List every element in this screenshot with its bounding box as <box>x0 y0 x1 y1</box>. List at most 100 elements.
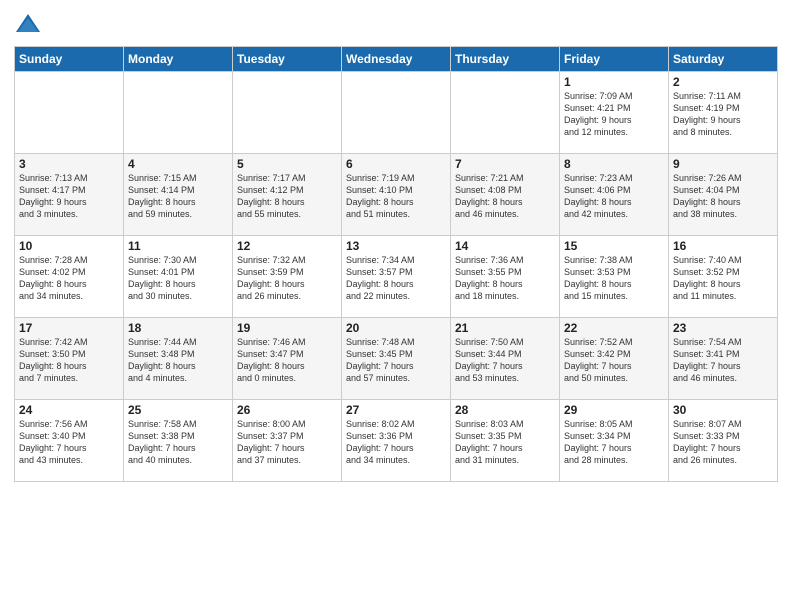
calendar-week-row: 10Sunrise: 7:28 AM Sunset: 4:02 PM Dayli… <box>15 236 778 318</box>
day-info: Sunrise: 7:38 AM Sunset: 3:53 PM Dayligh… <box>564 254 664 303</box>
day-info: Sunrise: 7:48 AM Sunset: 3:45 PM Dayligh… <box>346 336 446 385</box>
calendar-cell: 17Sunrise: 7:42 AM Sunset: 3:50 PM Dayli… <box>15 318 124 400</box>
calendar-cell: 27Sunrise: 8:02 AM Sunset: 3:36 PM Dayli… <box>342 400 451 482</box>
day-number: 30 <box>673 403 773 417</box>
day-number: 4 <box>128 157 228 171</box>
day-number: 11 <box>128 239 228 253</box>
day-number: 25 <box>128 403 228 417</box>
day-info: Sunrise: 7:42 AM Sunset: 3:50 PM Dayligh… <box>19 336 119 385</box>
day-number: 15 <box>564 239 664 253</box>
day-info: Sunrise: 7:52 AM Sunset: 3:42 PM Dayligh… <box>564 336 664 385</box>
calendar-cell: 18Sunrise: 7:44 AM Sunset: 3:48 PM Dayli… <box>124 318 233 400</box>
calendar-cell: 20Sunrise: 7:48 AM Sunset: 3:45 PM Dayli… <box>342 318 451 400</box>
calendar-day-header: Friday <box>560 47 669 72</box>
day-number: 27 <box>346 403 446 417</box>
calendar-table: SundayMondayTuesdayWednesdayThursdayFrid… <box>14 46 778 482</box>
calendar-cell: 7Sunrise: 7:21 AM Sunset: 4:08 PM Daylig… <box>451 154 560 236</box>
day-number: 5 <box>237 157 337 171</box>
day-number: 17 <box>19 321 119 335</box>
calendar-cell: 8Sunrise: 7:23 AM Sunset: 4:06 PM Daylig… <box>560 154 669 236</box>
calendar-cell: 9Sunrise: 7:26 AM Sunset: 4:04 PM Daylig… <box>669 154 778 236</box>
calendar-week-row: 1Sunrise: 7:09 AM Sunset: 4:21 PM Daylig… <box>15 72 778 154</box>
header <box>14 10 778 38</box>
day-info: Sunrise: 7:40 AM Sunset: 3:52 PM Dayligh… <box>673 254 773 303</box>
day-number: 12 <box>237 239 337 253</box>
calendar-cell: 3Sunrise: 7:13 AM Sunset: 4:17 PM Daylig… <box>15 154 124 236</box>
calendar-cell <box>451 72 560 154</box>
day-number: 1 <box>564 75 664 89</box>
day-number: 29 <box>564 403 664 417</box>
day-info: Sunrise: 7:28 AM Sunset: 4:02 PM Dayligh… <box>19 254 119 303</box>
day-info: Sunrise: 7:21 AM Sunset: 4:08 PM Dayligh… <box>455 172 555 221</box>
calendar-day-header: Thursday <box>451 47 560 72</box>
calendar-cell: 29Sunrise: 8:05 AM Sunset: 3:34 PM Dayli… <box>560 400 669 482</box>
day-number: 19 <box>237 321 337 335</box>
day-number: 26 <box>237 403 337 417</box>
day-number: 8 <box>564 157 664 171</box>
day-number: 2 <box>673 75 773 89</box>
calendar-week-row: 17Sunrise: 7:42 AM Sunset: 3:50 PM Dayli… <box>15 318 778 400</box>
calendar-cell: 1Sunrise: 7:09 AM Sunset: 4:21 PM Daylig… <box>560 72 669 154</box>
calendar-cell: 25Sunrise: 7:58 AM Sunset: 3:38 PM Dayli… <box>124 400 233 482</box>
calendar-cell <box>124 72 233 154</box>
calendar-cell: 11Sunrise: 7:30 AM Sunset: 4:01 PM Dayli… <box>124 236 233 318</box>
day-number: 23 <box>673 321 773 335</box>
page: SundayMondayTuesdayWednesdayThursdayFrid… <box>0 0 792 612</box>
calendar-header-row: SundayMondayTuesdayWednesdayThursdayFrid… <box>15 47 778 72</box>
day-number: 21 <box>455 321 555 335</box>
calendar-cell: 2Sunrise: 7:11 AM Sunset: 4:19 PM Daylig… <box>669 72 778 154</box>
calendar-day-header: Sunday <box>15 47 124 72</box>
day-info: Sunrise: 7:13 AM Sunset: 4:17 PM Dayligh… <box>19 172 119 221</box>
day-info: Sunrise: 8:02 AM Sunset: 3:36 PM Dayligh… <box>346 418 446 467</box>
calendar-day-header: Monday <box>124 47 233 72</box>
day-info: Sunrise: 8:07 AM Sunset: 3:33 PM Dayligh… <box>673 418 773 467</box>
calendar-cell: 5Sunrise: 7:17 AM Sunset: 4:12 PM Daylig… <box>233 154 342 236</box>
calendar-cell: 23Sunrise: 7:54 AM Sunset: 3:41 PM Dayli… <box>669 318 778 400</box>
day-info: Sunrise: 8:05 AM Sunset: 3:34 PM Dayligh… <box>564 418 664 467</box>
day-info: Sunrise: 7:30 AM Sunset: 4:01 PM Dayligh… <box>128 254 228 303</box>
calendar-cell: 21Sunrise: 7:50 AM Sunset: 3:44 PM Dayli… <box>451 318 560 400</box>
calendar-cell: 13Sunrise: 7:34 AM Sunset: 3:57 PM Dayli… <box>342 236 451 318</box>
day-number: 9 <box>673 157 773 171</box>
day-info: Sunrise: 7:26 AM Sunset: 4:04 PM Dayligh… <box>673 172 773 221</box>
day-number: 18 <box>128 321 228 335</box>
day-number: 14 <box>455 239 555 253</box>
day-number: 16 <box>673 239 773 253</box>
calendar-cell: 12Sunrise: 7:32 AM Sunset: 3:59 PM Dayli… <box>233 236 342 318</box>
day-number: 20 <box>346 321 446 335</box>
day-info: Sunrise: 8:00 AM Sunset: 3:37 PM Dayligh… <box>237 418 337 467</box>
day-number: 22 <box>564 321 664 335</box>
day-info: Sunrise: 7:09 AM Sunset: 4:21 PM Dayligh… <box>564 90 664 139</box>
calendar-cell: 24Sunrise: 7:56 AM Sunset: 3:40 PM Dayli… <box>15 400 124 482</box>
day-info: Sunrise: 7:46 AM Sunset: 3:47 PM Dayligh… <box>237 336 337 385</box>
logo <box>14 10 46 38</box>
day-info: Sunrise: 7:19 AM Sunset: 4:10 PM Dayligh… <box>346 172 446 221</box>
calendar-cell <box>15 72 124 154</box>
logo-icon <box>14 10 42 38</box>
calendar-cell: 30Sunrise: 8:07 AM Sunset: 3:33 PM Dayli… <box>669 400 778 482</box>
day-info: Sunrise: 7:23 AM Sunset: 4:06 PM Dayligh… <box>564 172 664 221</box>
calendar-cell: 16Sunrise: 7:40 AM Sunset: 3:52 PM Dayli… <box>669 236 778 318</box>
day-info: Sunrise: 7:34 AM Sunset: 3:57 PM Dayligh… <box>346 254 446 303</box>
day-number: 10 <box>19 239 119 253</box>
day-info: Sunrise: 7:56 AM Sunset: 3:40 PM Dayligh… <box>19 418 119 467</box>
day-info: Sunrise: 7:11 AM Sunset: 4:19 PM Dayligh… <box>673 90 773 139</box>
day-info: Sunrise: 7:15 AM Sunset: 4:14 PM Dayligh… <box>128 172 228 221</box>
day-info: Sunrise: 7:36 AM Sunset: 3:55 PM Dayligh… <box>455 254 555 303</box>
day-number: 7 <box>455 157 555 171</box>
calendar-cell: 19Sunrise: 7:46 AM Sunset: 3:47 PM Dayli… <box>233 318 342 400</box>
calendar-week-row: 24Sunrise: 7:56 AM Sunset: 3:40 PM Dayli… <box>15 400 778 482</box>
day-number: 24 <box>19 403 119 417</box>
day-info: Sunrise: 7:32 AM Sunset: 3:59 PM Dayligh… <box>237 254 337 303</box>
calendar-cell: 10Sunrise: 7:28 AM Sunset: 4:02 PM Dayli… <box>15 236 124 318</box>
day-info: Sunrise: 7:44 AM Sunset: 3:48 PM Dayligh… <box>128 336 228 385</box>
calendar-day-header: Wednesday <box>342 47 451 72</box>
calendar-cell <box>342 72 451 154</box>
day-number: 28 <box>455 403 555 417</box>
calendar-cell: 26Sunrise: 8:00 AM Sunset: 3:37 PM Dayli… <box>233 400 342 482</box>
calendar-cell: 15Sunrise: 7:38 AM Sunset: 3:53 PM Dayli… <box>560 236 669 318</box>
calendar-cell: 6Sunrise: 7:19 AM Sunset: 4:10 PM Daylig… <box>342 154 451 236</box>
day-info: Sunrise: 7:58 AM Sunset: 3:38 PM Dayligh… <box>128 418 228 467</box>
calendar-cell: 22Sunrise: 7:52 AM Sunset: 3:42 PM Dayli… <box>560 318 669 400</box>
calendar-cell <box>233 72 342 154</box>
